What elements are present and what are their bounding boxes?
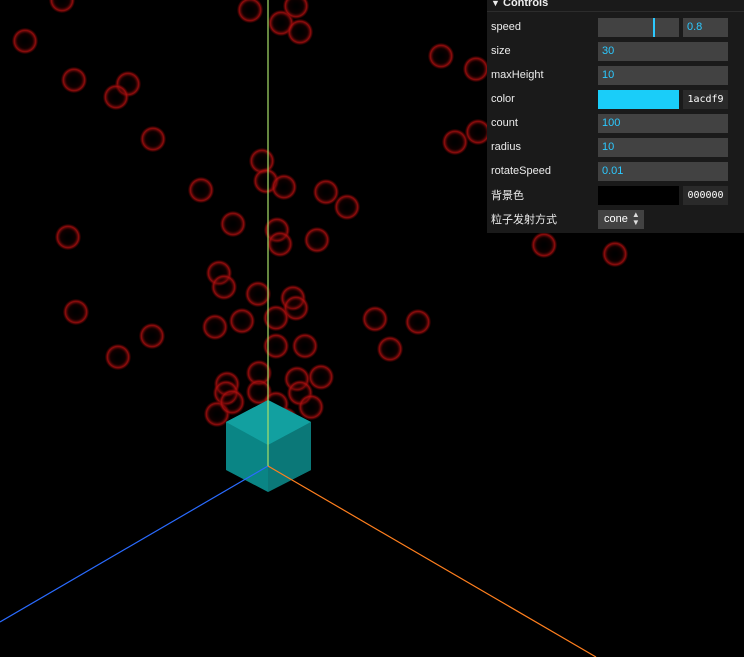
radius-label: radius: [491, 141, 521, 153]
select-arrows-icon: ▲ ▼: [631, 210, 640, 227]
particle-sprite: [463, 56, 489, 82]
row-maxheight: maxHeight: [487, 63, 744, 87]
particle-sprite: [428, 43, 454, 69]
background-color-label: 背景色: [491, 190, 524, 202]
row-radius: radius: [487, 135, 744, 159]
particle-sprite: [263, 305, 289, 331]
particle-sprite: [362, 306, 388, 332]
particle-sprite: [304, 227, 330, 253]
particle-sprite: [531, 232, 557, 258]
particle-sprite: [202, 314, 228, 340]
row-speed: speed: [487, 15, 744, 39]
particle-sprite: [267, 231, 293, 257]
emit-mode-value: cone: [604, 213, 628, 225]
speed-slider-handle[interactable]: [653, 17, 656, 37]
particle-sprite: [405, 309, 431, 335]
particle-sprite: [188, 177, 214, 203]
particle-sprite: [63, 299, 89, 325]
particle-sprite: [442, 129, 468, 155]
size-label: size: [491, 45, 511, 57]
x-axis-line: [267, 465, 597, 657]
speed-label: speed: [491, 21, 521, 33]
row-size: size: [487, 39, 744, 63]
controls-title: Controls: [503, 0, 549, 9]
size-input[interactable]: [598, 41, 728, 61]
particle-sprite: [220, 211, 246, 237]
particle-sprite: [103, 84, 129, 110]
particle-sprite: [139, 323, 165, 349]
color-swatch[interactable]: [598, 89, 679, 109]
particle-sprite: [211, 274, 237, 300]
speed-input[interactable]: [683, 17, 728, 37]
rotatespeed-input[interactable]: [598, 161, 728, 181]
chevron-down-icon: ▼: [491, 0, 500, 8]
particle-sprite: [602, 241, 628, 267]
maxheight-input[interactable]: [598, 65, 728, 85]
controls-title-bar[interactable]: ▼ Controls: [487, 0, 744, 12]
maxheight-label: maxHeight: [491, 69, 544, 81]
row-rotatespeed: rotateSpeed: [487, 159, 744, 183]
radius-input[interactable]: [598, 137, 728, 157]
particle-sprite: [308, 364, 334, 390]
background-color-hex-input[interactable]: 000000: [683, 185, 728, 205]
particle-sprite: [12, 28, 38, 54]
count-input[interactable]: [598, 113, 728, 133]
particle-sprite: [245, 281, 271, 307]
particle-sprite: [292, 333, 318, 359]
emit-mode-label: 粒子发射方式: [491, 214, 557, 226]
particle-sprite: [140, 126, 166, 152]
particle-sprite: [237, 0, 263, 23]
background-color-swatch[interactable]: [598, 185, 679, 205]
row-background-color: 背景色 000000: [487, 183, 744, 207]
particle-sprite: [49, 0, 75, 13]
controls-panel: ▼ Controls speed size maxHeight c: [487, 0, 744, 233]
emit-mode-select[interactable]: cone ▲ ▼: [598, 209, 644, 229]
particle-sprite: [263, 333, 289, 359]
particle-sprite: [55, 224, 81, 250]
particle-sprite: [334, 194, 360, 220]
z-axis-line: [0, 465, 269, 623]
particle-sprite: [298, 394, 324, 420]
particle-sprite: [313, 179, 339, 205]
row-color: color 1acdf9: [487, 87, 744, 111]
particle-sprite: [229, 308, 255, 334]
count-label: count: [491, 117, 518, 129]
color-label: color: [491, 93, 515, 105]
rotatespeed-label: rotateSpeed: [491, 165, 551, 177]
particle-sprite: [377, 336, 403, 362]
particle-sprite: [271, 174, 297, 200]
speed-slider[interactable]: [598, 17, 679, 37]
particle-sprite: [61, 67, 87, 93]
particle-sprite: [287, 19, 313, 45]
row-emit-mode: 粒子发射方式 cone ▲ ▼: [487, 207, 744, 231]
particle-sprite: [105, 344, 131, 370]
row-count: count: [487, 111, 744, 135]
color-hex-input[interactable]: 1acdf9: [683, 89, 728, 109]
particle-sprite: [219, 389, 245, 415]
